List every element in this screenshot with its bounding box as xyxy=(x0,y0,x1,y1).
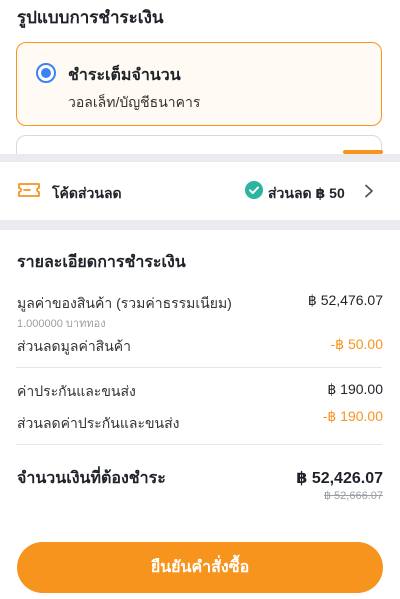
product-value-amount: ฿ 52,476.07 xyxy=(307,292,383,308)
total-original-amount: ฿ 52,666.07 xyxy=(324,490,383,502)
payment-option-full[interactable]: ชำระเต็มจำนวน วอลเล็ท/บัญชีธนาคาร xyxy=(16,42,382,126)
total-due-amount: ฿ 52,426.07 xyxy=(296,470,383,487)
radio-selected-icon[interactable] xyxy=(36,63,56,83)
insurance-shipping-label: ค่าประกันและขนส่ง xyxy=(17,383,136,399)
payment-method-title: รูปแบบการชำระเงิน xyxy=(17,8,164,27)
insurance-shipping-discount-label: ส่วนลดค่าประกันและขนส่ง xyxy=(17,415,180,431)
confirm-order-button[interactable]: ยืนยันคำสั่งซื้อ xyxy=(17,542,383,593)
discount-code-row[interactable]: โค้ดส่วนลด ส่วนลด ฿ 50 xyxy=(0,162,400,220)
discount-code-label: โค้ดส่วนลด xyxy=(52,185,122,201)
divider xyxy=(16,444,382,445)
radio-dot xyxy=(41,68,51,78)
chevron-right-icon[interactable] xyxy=(364,184,374,198)
discount-applied-value: ส่วนลด ฿ 50 xyxy=(268,185,345,201)
divider xyxy=(16,367,382,368)
check-circle-icon xyxy=(245,181,263,199)
section-separator xyxy=(0,220,400,230)
product-value-label: มูลค่าของสินค้า (รวมค่าธรรมเนียม) xyxy=(17,295,232,311)
product-discount-amount: -฿ 50.00 xyxy=(330,336,384,352)
total-due-label: จำนวนเงินที่ต้องชำระ xyxy=(17,470,166,487)
payment-details-title: รายละเอียดการชำระเงิน xyxy=(17,254,186,271)
ticket-icon xyxy=(18,183,40,197)
payment-option-title: ชำระเต็มจำนวน xyxy=(68,67,181,84)
insurance-shipping-amount: ฿ 190.00 xyxy=(327,381,383,397)
insurance-shipping-discount-amount: -฿ 190.00 xyxy=(322,408,383,424)
payment-option-subtitle: วอลเล็ท/บัญชีธนาคาร xyxy=(68,94,201,110)
product-discount-label: ส่วนลดมูลค่าสินค้า xyxy=(17,338,132,354)
confirm-order-label: ยืนยันคำสั่งซื้อ xyxy=(150,559,250,576)
section-separator xyxy=(0,154,400,162)
product-quantity-note: 1.000000 บาททอง xyxy=(17,318,106,330)
